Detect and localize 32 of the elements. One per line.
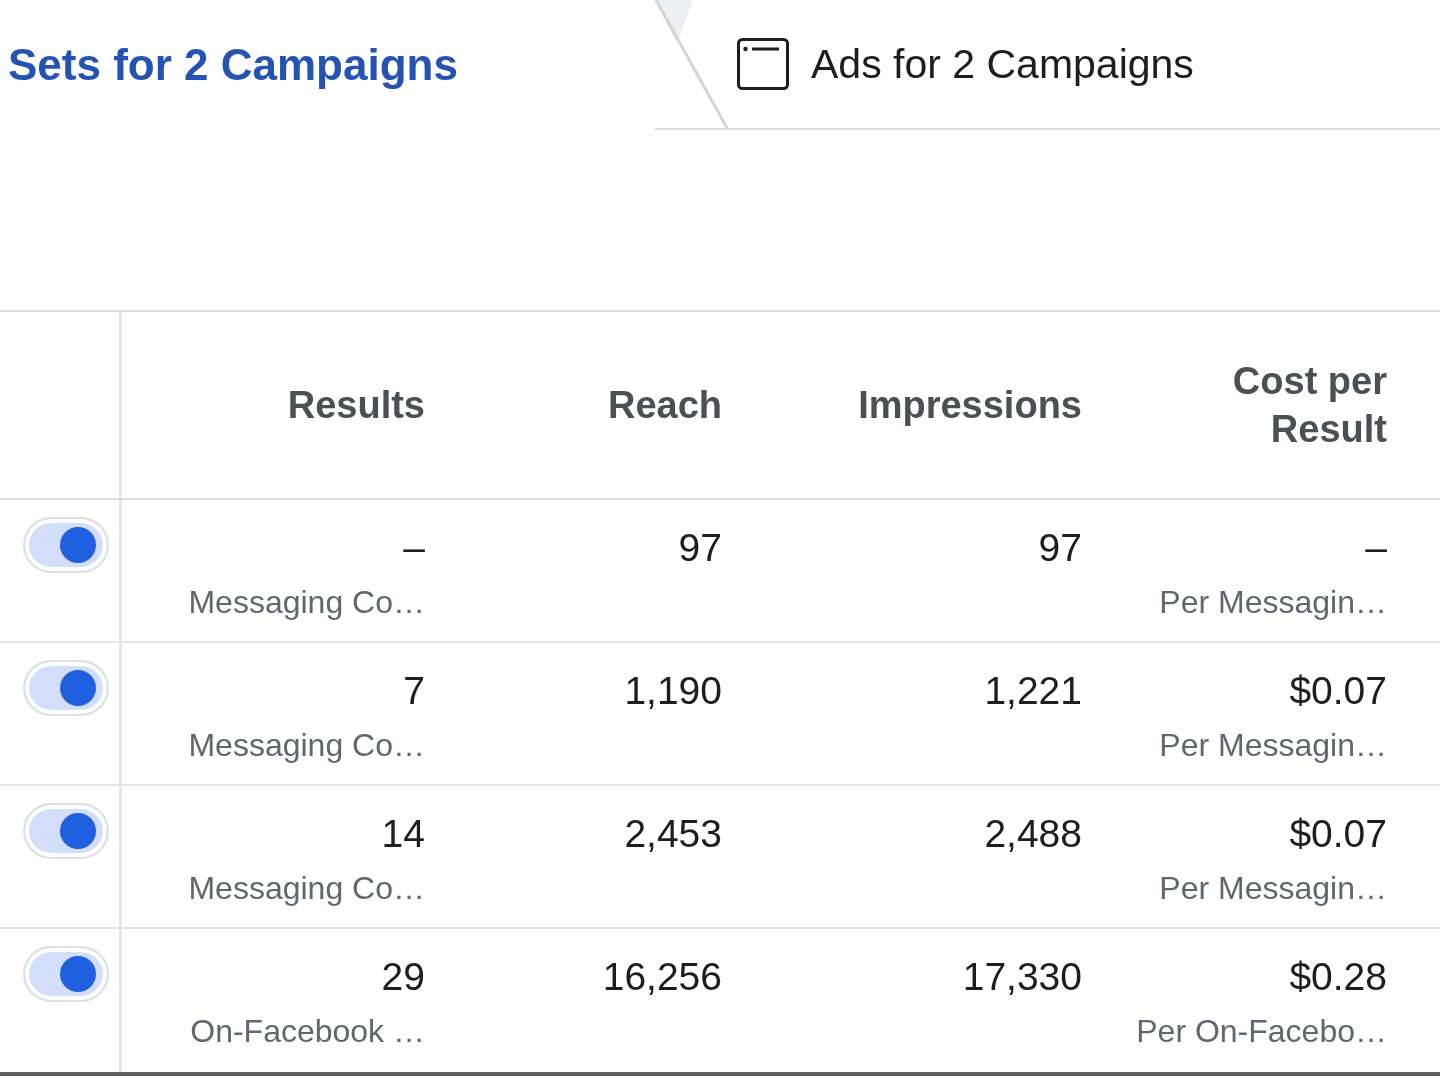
metric-value: 16,256 [602,954,722,1000]
metric-value: 2,453 [624,811,722,857]
metric-value: – [1365,525,1387,571]
metric-value: $0.07 [1289,668,1387,714]
column-header[interactable]: Results [287,381,425,429]
metric-value: $0.28 [1289,954,1387,1000]
metric-value: 97 [1038,525,1082,571]
metric-value: 2,488 [984,811,1082,857]
toggle-switch[interactable] [23,803,109,859]
column-header[interactable]: Impressions [858,381,1082,429]
column-header[interactable]: Cost per Result [1137,357,1387,453]
result-type-label: Messaging Co… [188,726,425,765]
result-type-label: Per Messagin… [1159,583,1387,622]
metric-value: $0.07 [1289,811,1387,857]
result-type-label: Messaging Co… [188,869,425,908]
toggle-switch[interactable] [23,946,109,1002]
metric-value: 29 [381,954,425,1000]
result-type-label: Per Messagin… [1159,869,1387,908]
metric-value: 97 [678,525,722,571]
metric-value: – [403,525,425,571]
column-header[interactable]: Reach [607,381,722,429]
metric-value: 1,221 [984,668,1082,714]
metric-value: 7 [403,668,425,714]
metric-value: 14 [381,811,425,857]
result-type-label: Messaging Co… [188,583,425,622]
result-type-label: Per On-Facebo… [1136,1012,1387,1051]
result-type-label: On-Facebook … [190,1012,425,1051]
toggle-switch[interactable] [23,517,109,573]
metric-value: 1,190 [624,668,722,714]
metric-value: 17,330 [962,954,1082,1000]
result-type-label: Per Messagin… [1159,726,1387,765]
toggle-switch[interactable] [23,660,109,716]
